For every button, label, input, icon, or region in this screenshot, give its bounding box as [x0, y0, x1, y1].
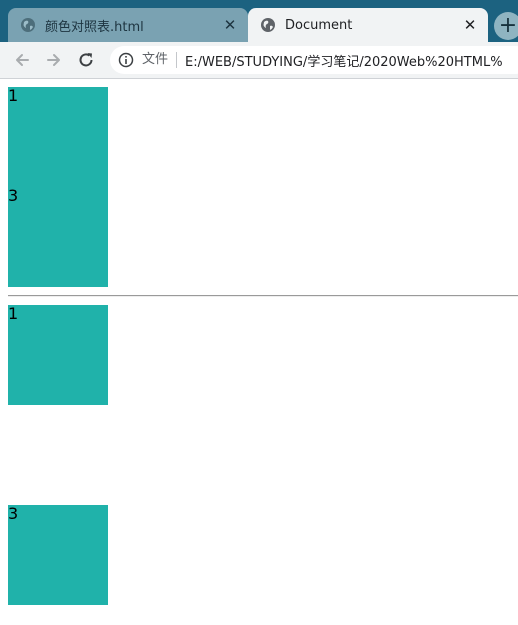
browser-toolbar: 文件 E:/WEB/STUDYING/学习笔记/2020Web%20HTML% [0, 42, 518, 79]
box-label: 1 [8, 86, 19, 105]
arrow-right-icon [47, 54, 60, 66]
new-tab-button[interactable]: + [494, 12, 518, 40]
arrow-left-icon [16, 54, 29, 66]
address-bar[interactable]: 文件 E:/WEB/STUDYING/学习笔记/2020Web%20HTML% [110, 46, 518, 74]
box-label: 3 [8, 186, 19, 205]
globe-icon [261, 18, 275, 32]
tab-title: 颜色对照表.html [45, 19, 144, 35]
security-label: 文件 [142, 52, 178, 68]
reload-button[interactable] [74, 48, 98, 72]
page-viewport: 1 3 1 3 [0, 79, 518, 625]
horizontal-rule [8, 295, 518, 297]
forward-button[interactable] [42, 48, 66, 72]
info-icon[interactable] [118, 52, 134, 68]
box-label: 3 [8, 504, 19, 523]
tab-title: Document [285, 17, 353, 33]
back-button[interactable] [10, 48, 34, 72]
url-text[interactable]: E:/WEB/STUDYING/学习笔记/2020Web%20HTML% [185, 51, 503, 70]
teal-box: 1 [8, 87, 108, 187]
box-label: 1 [8, 304, 19, 323]
tab-color-table[interactable]: 颜色对照表.html ✕ [8, 8, 248, 42]
close-icon[interactable]: ✕ [460, 15, 480, 35]
tab-strip: 颜色对照表.html ✕ Document ✕ + [0, 0, 518, 42]
teal-box: 3 [8, 187, 108, 287]
globe-icon [21, 18, 35, 32]
teal-box: 1 [8, 305, 108, 405]
teal-box: 3 [8, 505, 108, 605]
reload-icon [79, 53, 93, 67]
tab-document[interactable]: Document ✕ [248, 8, 488, 42]
close-icon[interactable]: ✕ [220, 15, 240, 35]
